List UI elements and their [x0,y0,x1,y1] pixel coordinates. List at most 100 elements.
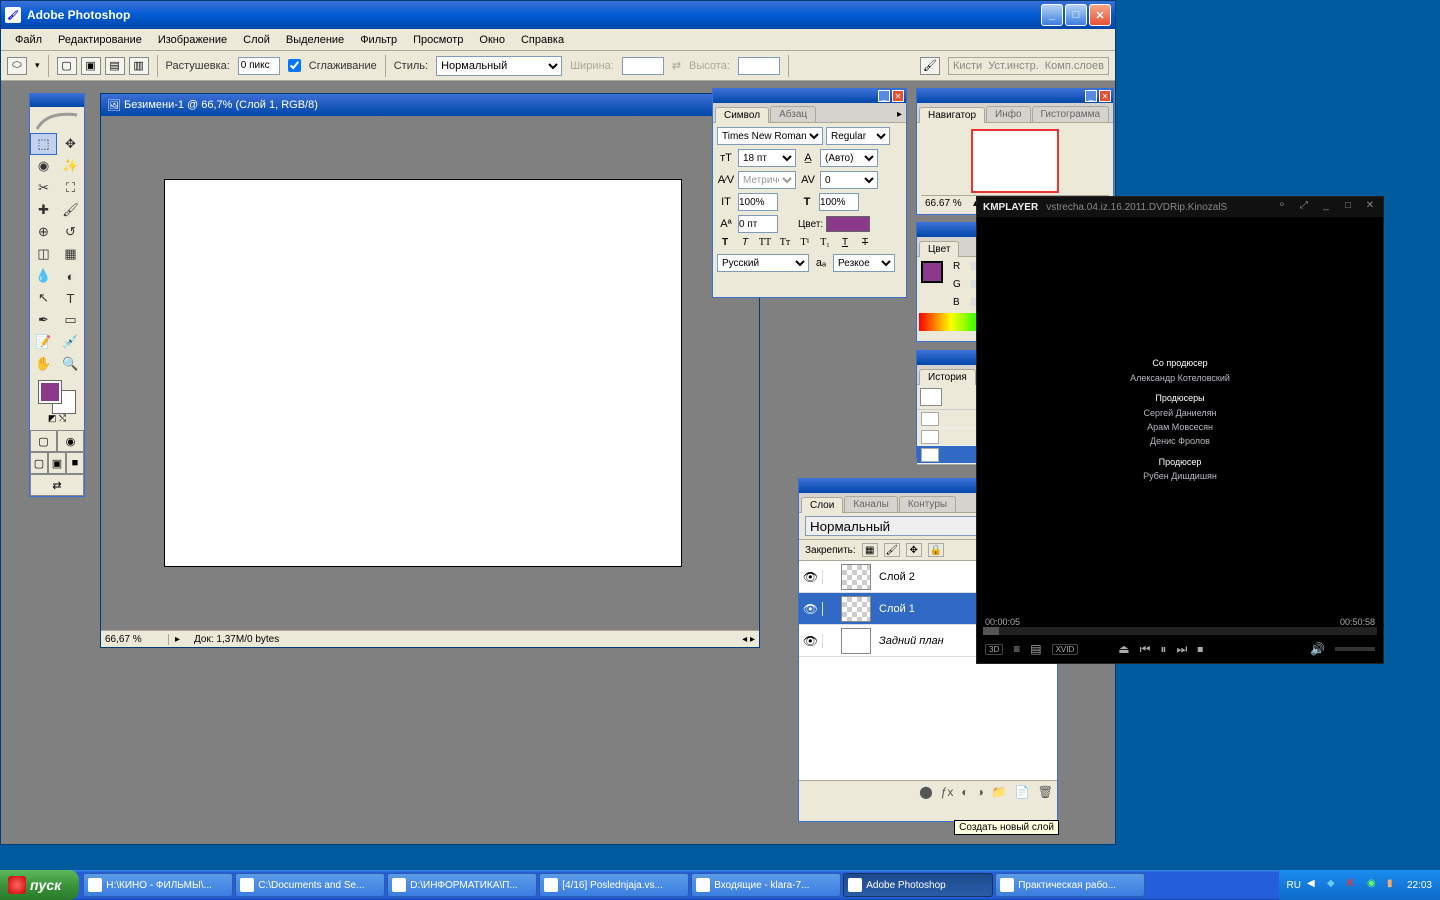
kmp-stop-button[interactable]: ⏹ [1197,642,1203,657]
lock-all-icon[interactable]: 🔒 [928,543,944,557]
slice-tool[interactable]: ⛶ [57,177,84,199]
menu-Редактирование[interactable]: Редактирование [50,32,150,48]
visibility-toggle-icon[interactable]: 👁 [799,602,823,616]
delete-layer-icon[interactable]: 🗑 [1038,785,1053,799]
standard-mode-icon[interactable]: ▢ [30,430,57,452]
tray-icon[interactable]: ◀ [1307,878,1321,892]
marquee-tool-icon[interactable]: ⬭ [7,57,27,75]
screen-mode-2[interactable]: ▣ [48,452,66,474]
baseline-input[interactable] [738,215,778,233]
kmp-playlist-icon[interactable]: ▤ [1030,642,1041,656]
screen-mode-3[interactable]: ■ [66,452,84,474]
kmp-codec-badge[interactable]: XVID [1052,644,1079,655]
taskbar-item[interactable]: Входящие - klara-7... [691,873,841,897]
subscript-button[interactable]: T₁ [817,237,833,248]
taskbar-item[interactable]: D:\ИНФОРМАТИКА\П... [387,873,537,897]
palette-tab-comps[interactable]: Комп.слоев [1045,60,1104,72]
tab-history[interactable]: История [919,369,976,385]
menu-Окно[interactable]: Окно [471,32,513,48]
minimize-button[interactable]: _ [1041,4,1063,26]
feather-input[interactable] [238,57,280,75]
strikethrough-button[interactable]: T [857,237,873,248]
color-panel-swatch[interactable] [921,261,943,283]
gradient-tool[interactable]: ▦ [57,243,84,265]
layer-thumbnail[interactable] [841,628,871,654]
kmp-pause-button[interactable]: ⏸ [1160,642,1166,657]
kmp-close-button[interactable]: ✕ [1363,200,1377,214]
tray-icon[interactable]: ◉ [1367,878,1381,892]
adjustment-layer-icon[interactable]: ◑ [977,785,984,799]
notes-tool[interactable]: 📝 [30,331,57,353]
marquee-tool[interactable]: ⬚ [30,133,57,155]
stamp-tool[interactable]: ⊕ [30,221,57,243]
tracking-select[interactable]: 0 [820,171,878,189]
font-style-select[interactable]: Regular [826,127,890,145]
clock[interactable]: 22:03 [1407,880,1432,891]
style-select[interactable]: Нормальный [436,56,562,76]
menu-Слой[interactable]: Слой [235,32,278,48]
kmp-minimize-button[interactable]: _ [1319,200,1333,214]
vscale-input[interactable] [738,193,778,211]
tab-histogram[interactable]: Гистограмма [1032,106,1110,122]
pen-tool[interactable]: ✒ [30,309,57,331]
kmp-video-area[interactable]: Со продюсерАлександр КотеловскийПродюсер… [977,217,1383,617]
jump-to-imageready[interactable]: ⇄ [30,474,84,496]
eyedropper-tool[interactable]: 💉 [57,331,84,353]
quickmask-mode-icon[interactable]: ◉ [57,430,84,452]
taskbar-item[interactable]: Практическая рабо... [995,873,1145,897]
palette-tab-brushes[interactable]: Кисти [953,60,982,72]
font-family-select[interactable]: Times New Roman [717,127,823,145]
text-color-swatch[interactable] [826,216,870,232]
path-tool[interactable]: ↖ [30,287,57,309]
kmp-pin-icon[interactable]: ⚬ [1275,200,1289,214]
kmp-menu-icon[interactable]: ≡ [1013,642,1020,656]
hscale-input[interactable] [819,193,859,211]
tab-character[interactable]: Символ [715,107,769,123]
menu-Фильтр[interactable]: Фильтр [352,32,405,48]
brush-tool[interactable]: 🖌 [57,199,84,221]
menu-Справка[interactable]: Справка [513,32,572,48]
language-indicator[interactable]: RU [1287,880,1301,891]
visibility-toggle-icon[interactable]: 👁 [799,634,823,648]
tab-info[interactable]: Инфо [986,106,1031,122]
navigator-zoom[interactable]: 66.67 % [925,198,973,209]
underline-button[interactable]: T [837,237,853,248]
crop-tool[interactable]: ✂ [30,177,57,199]
superscript-button[interactable]: T¹ [797,237,813,248]
layer-mask-icon[interactable]: ◐ [961,785,968,799]
tab-channels[interactable]: Каналы [844,496,898,512]
tab-paths[interactable]: Контуры [899,496,956,512]
leading-select[interactable]: (Авто) [820,149,878,167]
taskbar-item[interactable]: [4/16] Poslednjaja.vs... [539,873,689,897]
bold-button[interactable]: T [717,237,733,248]
document-titlebar[interactable]: 🖼 Безимени-1 @ 66,7% (Слой 1, RGB/8) _ □ [101,94,759,116]
history-snapshot-thumb[interactable] [920,388,942,406]
selection-intersect-icon[interactable]: ▥ [129,57,149,75]
type-tool[interactable]: T [57,287,84,309]
kmp-seekbar[interactable] [983,627,1377,635]
toolbox-titlebar[interactable] [30,94,84,107]
zoom-display[interactable]: 66,67 % [101,634,169,645]
foreground-color-swatch[interactable] [39,381,61,403]
language-select[interactable]: Русский [717,254,809,272]
kmp-next-button[interactable]: ⏭ [1176,642,1187,657]
panel-close-button[interactable]: ✕ [892,90,904,102]
tab-layers[interactable]: Слои [801,497,843,513]
taskbar-item[interactable]: C:\Documents and Se... [235,873,385,897]
blur-tool[interactable]: 💧 [30,265,57,287]
brushes-palette-icon[interactable]: 🖌 [920,57,940,75]
menu-Изображение[interactable]: Изображение [150,32,235,48]
tray-icon[interactable]: ◆ [1327,878,1341,892]
healing-tool[interactable]: ✚ [30,199,57,221]
palette-tab-presets[interactable]: Уст.инстр. [988,60,1039,72]
canvas-area[interactable] [105,120,741,627]
kmplayer-titlebar[interactable]: KMPLAYER vstrecha.04.iz.16.2011.DVDRip.K… [977,197,1383,217]
panel-close-button[interactable]: ✕ [1099,90,1111,102]
kerning-select[interactable]: Метричес [738,171,796,189]
eraser-tool[interactable]: ◫ [30,243,57,265]
panel-menu-icon[interactable]: ▸ [893,107,906,122]
visibility-toggle-icon[interactable]: 👁 [799,570,823,584]
font-size-select[interactable]: 18 пт [738,149,796,167]
tab-color[interactable]: Цвет [919,241,959,257]
menu-Просмотр[interactable]: Просмотр [405,32,471,48]
